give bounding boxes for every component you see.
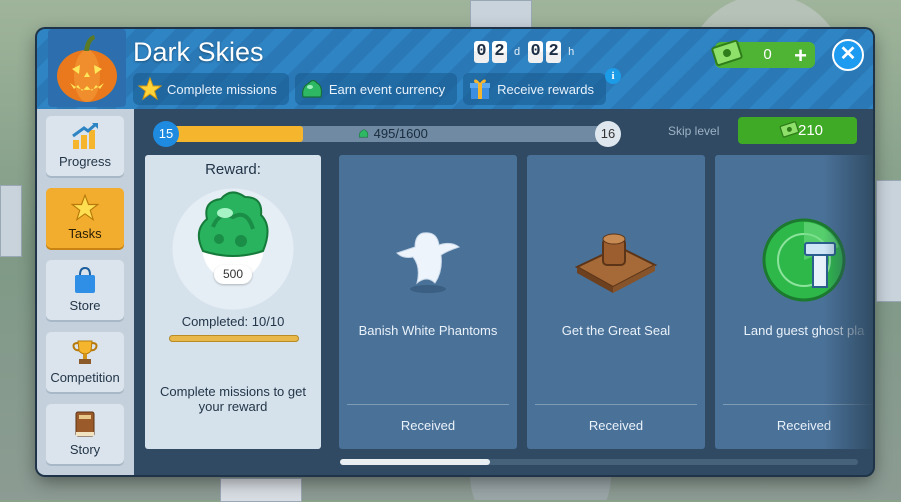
step-complete-missions: Complete missions — [133, 73, 289, 105]
background-building — [0, 185, 22, 257]
background-building — [220, 478, 302, 502]
sidebar-item-label: Competition — [50, 370, 120, 385]
sidebar-nav: Progress Tasks Store Competition Story — [37, 109, 134, 475]
event-window: Dark Skies 0 2 d 0 2 h 0 + ✕ Complete mi… — [37, 29, 873, 475]
background-building — [876, 180, 901, 302]
shopping-bag-icon — [46, 260, 124, 294]
level-progress-fill — [167, 126, 304, 142]
level-progress-text: 495/1600 — [357, 126, 428, 142]
progress-chart-icon — [46, 116, 124, 150]
sidebar-item-label: Progress — [58, 154, 112, 169]
mission-card[interactable]: Get the Great Seal Received — [527, 155, 705, 449]
skip-level-button[interactable]: 210 — [738, 117, 857, 144]
countdown-timer: 0 2 d 0 2 h — [474, 41, 579, 63]
divider — [535, 404, 697, 405]
sidebar-item-tasks[interactable]: Tasks — [46, 188, 124, 248]
step-label: Earn event currency — [328, 81, 446, 97]
skip-cost: 210 — [798, 122, 824, 139]
trophy-icon — [46, 332, 124, 366]
star-icon — [133, 73, 167, 105]
sidebar-item-store[interactable]: Store — [46, 260, 124, 320]
divider — [347, 404, 509, 405]
next-level-badge: 16 — [595, 121, 621, 147]
mission-status: Received — [400, 418, 456, 433]
sidebar-item-story[interactable]: Story — [46, 404, 124, 464]
pumpkin-icon — [48, 29, 126, 107]
cash-bill-icon — [711, 39, 743, 67]
scroll-fade-overlay — [824, 155, 873, 449]
mission-status: Received — [588, 418, 644, 433]
timer-unit-days: d — [514, 46, 521, 58]
seal-stamp-icon — [527, 215, 705, 305]
mission-name: Banish White Phantoms — [358, 323, 498, 338]
event-currency-counter[interactable]: 0 + — [711, 39, 815, 69]
current-level-badge: 15 — [153, 121, 179, 147]
gift-icon — [463, 73, 497, 105]
currency-value: 0 — [763, 46, 772, 63]
mission-name: Get the Great Seal — [561, 323, 671, 338]
ghost-icon — [339, 215, 517, 305]
slime-gem-icon — [358, 129, 369, 138]
scrollbar-thumb[interactable] — [340, 459, 490, 465]
close-button[interactable]: ✕ — [832, 39, 864, 71]
sidebar-item-label: Tasks — [68, 226, 102, 241]
info-icon[interactable]: i — [605, 68, 621, 84]
timer-digit: 2 — [546, 41, 562, 63]
horizontal-scrollbar[interactable] — [340, 459, 858, 465]
sidebar-item-label: Story — [69, 442, 101, 457]
sidebar-item-label: Store — [69, 298, 101, 313]
background-building — [470, 0, 532, 32]
sidebar-item-competition[interactable]: Competition — [46, 332, 124, 392]
completion-bar — [169, 335, 299, 342]
step-receive-rewards: Receive rewards — [463, 73, 606, 105]
level-progress-bar: 495/1600 — [167, 126, 607, 142]
reward-panel: Reward: 500 Completed: 10/10 Complete mi… — [145, 155, 321, 449]
step-label: Receive rewards — [497, 81, 594, 97]
star-icon — [46, 188, 124, 222]
completion-bar-fill — [169, 335, 299, 342]
reward-title: Reward: — [205, 161, 261, 178]
tasks-content: 495/1600 15 16 Skip level 210 Reward: 50… — [134, 109, 873, 475]
event-title: Dark Skies — [133, 37, 264, 67]
timer-digit: 2 — [492, 41, 507, 63]
slime-gem-icon — [197, 191, 269, 257]
completed-count: Completed: 10/10 — [181, 314, 285, 329]
step-label: Complete missions — [167, 81, 277, 97]
event-steps: Complete missions Earn event currency Re… — [133, 73, 606, 105]
timer-digit: 0 — [528, 41, 544, 63]
sidebar-item-progress[interactable]: Progress — [46, 116, 124, 176]
reward-description: Complete missions to get your reward — [160, 384, 306, 414]
timer-unit-hours: h — [568, 46, 575, 58]
add-currency-icon[interactable]: + — [794, 43, 807, 69]
reward-amount: 500 — [214, 265, 252, 284]
window-header: Dark Skies 0 2 d 0 2 h 0 + ✕ Complete mi… — [37, 29, 873, 109]
book-icon — [46, 404, 124, 438]
skip-level-label: Skip level — [668, 124, 720, 138]
timer-digit: 0 — [474, 41, 489, 63]
mission-card[interactable]: Banish White Phantoms Received — [339, 155, 517, 449]
progress-value: 495/1600 — [373, 126, 428, 141]
step-earn-currency: Earn event currency — [294, 73, 458, 105]
slime-gem-icon — [295, 73, 329, 105]
